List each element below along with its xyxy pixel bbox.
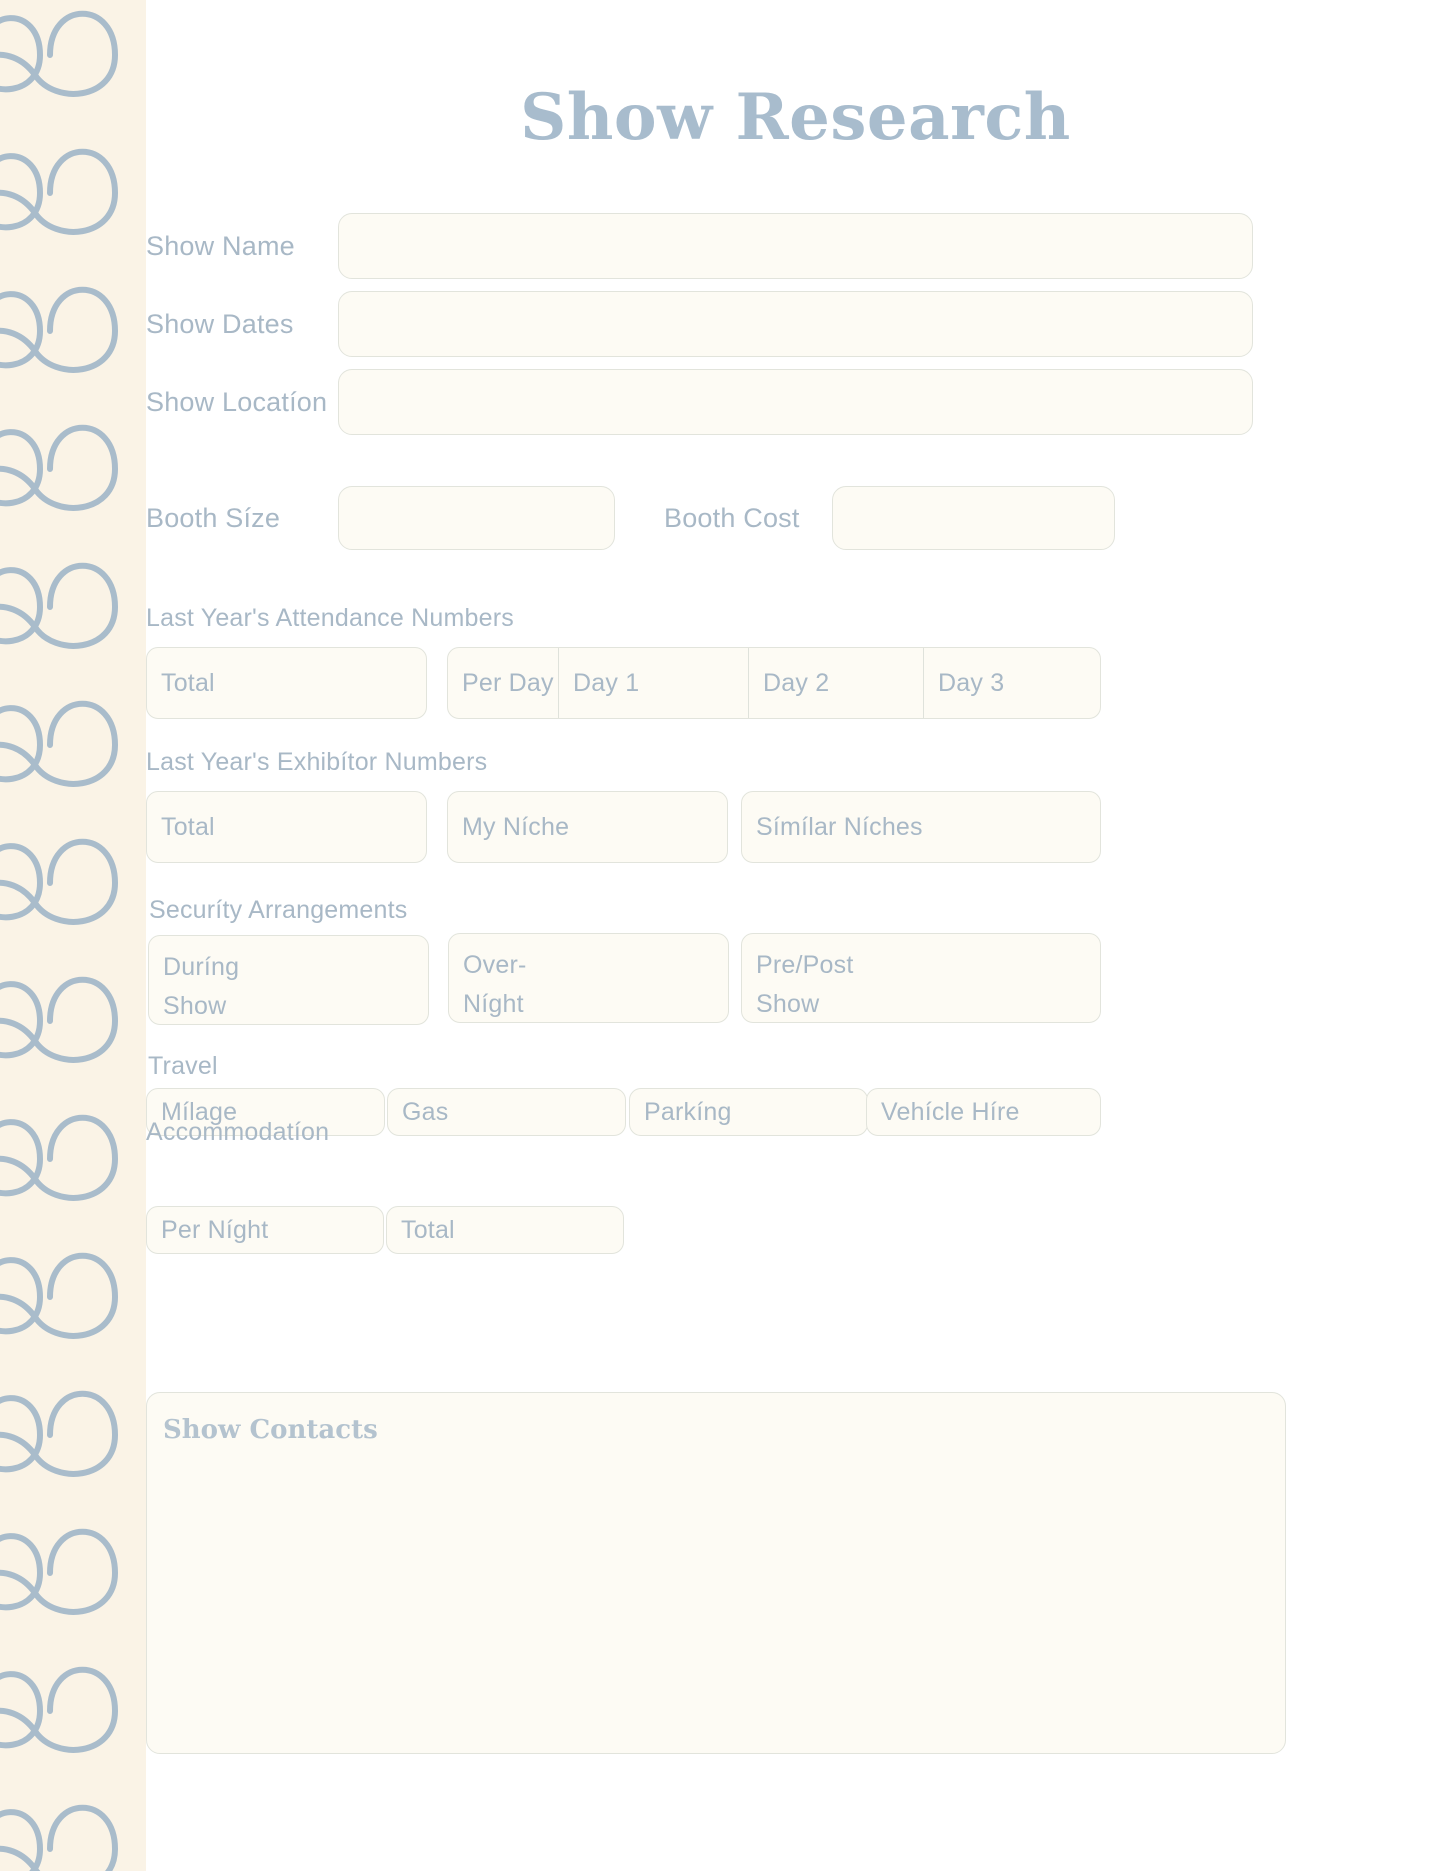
travel-gas-input[interactable]: Gas [387,1088,626,1136]
show-dates-label: Show Dates [146,308,294,339]
booth-cost-label: Booth Cost [664,502,800,533]
field-row-show-name: Show Name [146,210,1445,282]
show-contacts-label: Show Contacts [163,1415,378,1445]
booth-size-label: Booth Síze [146,502,281,533]
form-content: Show Research Show Name Show Dates Show … [146,0,1445,1871]
show-location-label: Show Locatíon [146,386,328,417]
travel-vehicle-hire-input[interactable]: Vehícle Híre [866,1088,1101,1136]
accommodation-total-label: Total [401,1215,455,1244]
attendance-total-input[interactable]: Total [146,647,427,719]
security-pre-post-show-input[interactable]: Pre/Post Show [741,933,1101,1023]
attendance-seg-per-day[interactable]: Per Day [448,648,559,718]
accommodation-total-input[interactable]: Total [386,1206,624,1254]
security-during-show-line1: Duríng [163,953,240,981]
travel-heading: Travel [148,1052,218,1080]
show-name-input[interactable] [338,213,1253,279]
travel-gas-label: Gas [402,1097,449,1126]
exhibitors-similar-niches-input[interactable]: Símílar Níches [741,791,1101,863]
field-row-show-dates: Show Dates [146,288,1445,360]
security-over-night-line1: Over- [463,951,527,979]
booth-cost-input[interactable] [832,486,1115,550]
security-pre-post-show-line2: Show [756,989,820,1018]
attendance-seg-day2-label: Day 2 [763,668,830,697]
security-over-night-line2: Níght [463,989,524,1018]
exhibitors-similar-niches-label: Símílar Níches [756,812,923,841]
travel-parking-label: Parkíng [644,1097,732,1126]
planner-page: Show Research Show Name Show Dates Show … [0,0,1445,1871]
attendance-seg-day1-label: Day 1 [573,668,640,697]
travel-vehicle-hire-label: Vehícle Híre [881,1097,1020,1126]
attendance-seg-day3-label: Day 3 [938,668,1005,697]
attendance-seg-per-day-label: Per Day [462,668,554,697]
loop-scroll-pattern-icon [0,10,119,1871]
exhibitors-my-niche-label: My Níche [462,812,570,841]
security-during-show-input[interactable]: Duríng Show [148,935,429,1025]
security-over-night-input[interactable]: Over- Níght [448,933,729,1023]
page-title: Show Research [520,80,1071,155]
attendance-seg-day2[interactable]: Day 2 [749,648,924,718]
attendance-heading: Last Year's Attendance Numbers [146,604,514,632]
field-row-booth: Booth Síze Booth Cost [146,484,1445,552]
security-heading: Securíty Arrangements [149,896,408,924]
accommodation-per-night-input[interactable]: Per Níght [146,1206,384,1254]
decorative-sidebar [0,0,146,1871]
booth-size-input[interactable] [338,486,615,550]
show-dates-input[interactable] [338,291,1253,357]
show-name-label: Show Name [146,230,295,261]
attendance-seg-day1[interactable]: Day 1 [559,648,749,718]
exhibitors-total-input[interactable]: Total [146,791,427,863]
accommodation-heading: Accommodatíon [146,1118,330,1146]
exhibitors-heading: Last Year's Exhibítor Numbers [146,748,488,776]
travel-parking-input[interactable]: Parkíng [629,1088,868,1136]
attendance-total-label: Total [161,668,215,697]
exhibitors-total-label: Total [161,812,215,841]
field-row-show-location: Show Locatíon [146,366,1445,438]
show-location-input[interactable] [338,369,1253,435]
attendance-seg-day3[interactable]: Day 3 [924,648,1100,718]
exhibitors-my-niche-input[interactable]: My Níche [447,791,728,863]
security-pre-post-show-line1: Pre/Post [756,951,854,979]
attendance-segment-group: Per Day Day 1 Day 2 Day 3 [447,647,1101,719]
accommodation-per-night-label: Per Níght [161,1215,269,1244]
show-contacts-textarea[interactable]: Show Contacts [146,1392,1286,1754]
security-during-show-line2: Show [163,991,227,1020]
